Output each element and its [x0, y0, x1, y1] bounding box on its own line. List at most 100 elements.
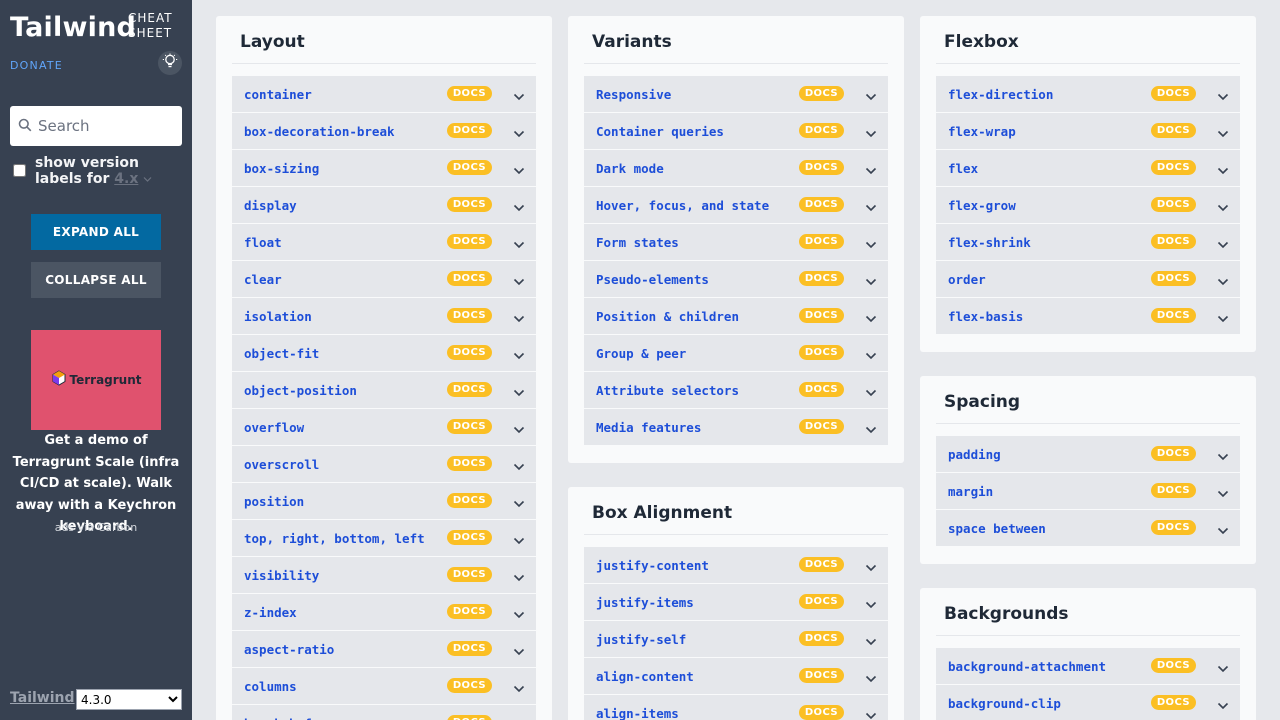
- search-input[interactable]: [38, 117, 168, 135]
- docs-badge[interactable]: DOCS: [1150, 123, 1196, 138]
- row-responsive[interactable]: Responsive DOCS: [584, 76, 888, 113]
- row-label[interactable]: justify-self: [596, 632, 686, 647]
- docs-badge[interactable]: DOCS: [446, 234, 492, 249]
- docs-badge[interactable]: DOCS: [798, 123, 844, 138]
- docs-badge[interactable]: DOCS: [446, 604, 492, 619]
- donate-link[interactable]: DONATE: [10, 59, 63, 72]
- search-box[interactable]: [10, 106, 182, 146]
- chevron-down-icon[interactable]: [513, 606, 525, 625]
- row-label[interactable]: object-position: [244, 383, 357, 398]
- row-background-clip[interactable]: background-clip DOCS: [936, 685, 1240, 720]
- row-float[interactable]: float DOCS: [232, 224, 536, 261]
- row-label[interactable]: flex: [948, 161, 978, 176]
- row-top-right-bottom-left[interactable]: top, right, bottom, left DOCS: [232, 520, 536, 557]
- row-label[interactable]: flex-direction: [948, 87, 1053, 102]
- row-label[interactable]: overscroll: [244, 457, 319, 472]
- row-label[interactable]: Pseudo-elements: [596, 272, 709, 287]
- row-label[interactable]: margin: [948, 484, 993, 499]
- row-label[interactable]: Form states: [596, 235, 679, 250]
- docs-badge[interactable]: DOCS: [1150, 446, 1196, 461]
- row-label[interactable]: Position & children: [596, 309, 739, 324]
- docs-badge[interactable]: DOCS: [446, 271, 492, 286]
- chevron-down-icon[interactable]: [865, 162, 877, 181]
- docs-badge[interactable]: DOCS: [446, 345, 492, 360]
- chevron-down-icon[interactable]: [513, 236, 525, 255]
- docs-badge[interactable]: DOCS: [446, 197, 492, 212]
- docs-badge[interactable]: DOCS: [798, 345, 844, 360]
- row-clear[interactable]: clear DOCS: [232, 261, 536, 298]
- docs-badge[interactable]: DOCS: [1150, 658, 1196, 673]
- chevron-down-icon[interactable]: [513, 680, 525, 699]
- row-label[interactable]: object-fit: [244, 346, 319, 361]
- expand-all-button[interactable]: EXPAND ALL: [31, 214, 161, 250]
- row-visibility[interactable]: visibility DOCS: [232, 557, 536, 594]
- row-justify-self[interactable]: justify-self DOCS: [584, 621, 888, 658]
- row-label[interactable]: Attribute selectors: [596, 383, 739, 398]
- chevron-down-icon[interactable]: [513, 199, 525, 218]
- chevron-down-icon[interactable]: [1217, 273, 1229, 292]
- row-box-decoration-break[interactable]: box-decoration-break DOCS: [232, 113, 536, 150]
- row-label[interactable]: clear: [244, 272, 282, 287]
- chevron-down-icon[interactable]: [513, 569, 525, 588]
- chevron-down-icon[interactable]: [513, 643, 525, 662]
- row-columns[interactable]: columns DOCS: [232, 668, 536, 705]
- docs-badge[interactable]: DOCS: [798, 631, 844, 646]
- docs-badge[interactable]: DOCS: [798, 557, 844, 572]
- row-label[interactable]: justify-content: [596, 558, 709, 573]
- docs-badge[interactable]: DOCS: [798, 234, 844, 249]
- row-label[interactable]: order: [948, 272, 986, 287]
- row-container-queries[interactable]: Container queries DOCS: [584, 113, 888, 150]
- row-aspect-ratio[interactable]: aspect-ratio DOCS: [232, 631, 536, 668]
- row-label[interactable]: position: [244, 494, 304, 509]
- chevron-down-icon[interactable]: [865, 596, 877, 615]
- row-label[interactable]: isolation: [244, 309, 312, 324]
- row-margin[interactable]: margin DOCS: [936, 473, 1240, 510]
- row-space-between[interactable]: space between DOCS: [936, 510, 1240, 547]
- row-flex-direction[interactable]: flex-direction DOCS: [936, 76, 1240, 113]
- docs-badge[interactable]: DOCS: [1150, 483, 1196, 498]
- docs-badge[interactable]: DOCS: [798, 86, 844, 101]
- row-position-children[interactable]: Position & children DOCS: [584, 298, 888, 335]
- chevron-down-icon[interactable]: [513, 421, 525, 440]
- row-hover-focus-and-state[interactable]: Hover, focus, and state DOCS: [584, 187, 888, 224]
- row-flex-shrink[interactable]: flex-shrink DOCS: [936, 224, 1240, 261]
- version-select[interactable]: 4.3.0: [76, 689, 182, 710]
- docs-badge[interactable]: DOCS: [446, 86, 492, 101]
- row-media-features[interactable]: Media features DOCS: [584, 409, 888, 446]
- docs-badge[interactable]: DOCS: [446, 493, 492, 508]
- docs-badge[interactable]: DOCS: [446, 456, 492, 471]
- row-label[interactable]: break-before: [244, 716, 334, 720]
- chevron-down-icon[interactable]: [1217, 310, 1229, 329]
- chevron-down-icon[interactable]: [1217, 236, 1229, 255]
- row-dark-mode[interactable]: Dark mode DOCS: [584, 150, 888, 187]
- docs-badge[interactable]: DOCS: [1150, 160, 1196, 175]
- row-display[interactable]: display DOCS: [232, 187, 536, 224]
- row-label[interactable]: flex-wrap: [948, 124, 1016, 139]
- docs-badge[interactable]: DOCS: [798, 419, 844, 434]
- row-label[interactable]: display: [244, 198, 297, 213]
- version-select-link[interactable]: 4.x: [114, 171, 138, 187]
- row-justify-content[interactable]: justify-content DOCS: [584, 547, 888, 584]
- row-flex-grow[interactable]: flex-grow DOCS: [936, 187, 1240, 224]
- docs-badge[interactable]: DOCS: [446, 678, 492, 693]
- row-box-sizing[interactable]: box-sizing DOCS: [232, 150, 536, 187]
- brand-title[interactable]: Tailwind: [10, 12, 136, 43]
- row-z-index[interactable]: z-index DOCS: [232, 594, 536, 631]
- chevron-down-icon[interactable]: [865, 670, 877, 689]
- theme-toggle-button[interactable]: [158, 51, 182, 75]
- version-labels-checkbox[interactable]: [13, 164, 26, 177]
- docs-badge[interactable]: DOCS: [446, 160, 492, 175]
- row-justify-items[interactable]: justify-items DOCS: [584, 584, 888, 621]
- chevron-down-icon[interactable]: [513, 273, 525, 292]
- chevron-down-icon[interactable]: [865, 236, 877, 255]
- docs-badge[interactable]: DOCS: [798, 271, 844, 286]
- row-label[interactable]: visibility: [244, 568, 319, 583]
- row-isolation[interactable]: isolation DOCS: [232, 298, 536, 335]
- docs-badge[interactable]: DOCS: [446, 567, 492, 582]
- docs-badge[interactable]: DOCS: [1150, 86, 1196, 101]
- row-flex[interactable]: flex DOCS: [936, 150, 1240, 187]
- row-break-before[interactable]: break-before DOCS: [232, 705, 536, 720]
- chevron-down-icon[interactable]: [513, 88, 525, 107]
- row-label[interactable]: flex-grow: [948, 198, 1016, 213]
- row-padding[interactable]: padding DOCS: [936, 436, 1240, 473]
